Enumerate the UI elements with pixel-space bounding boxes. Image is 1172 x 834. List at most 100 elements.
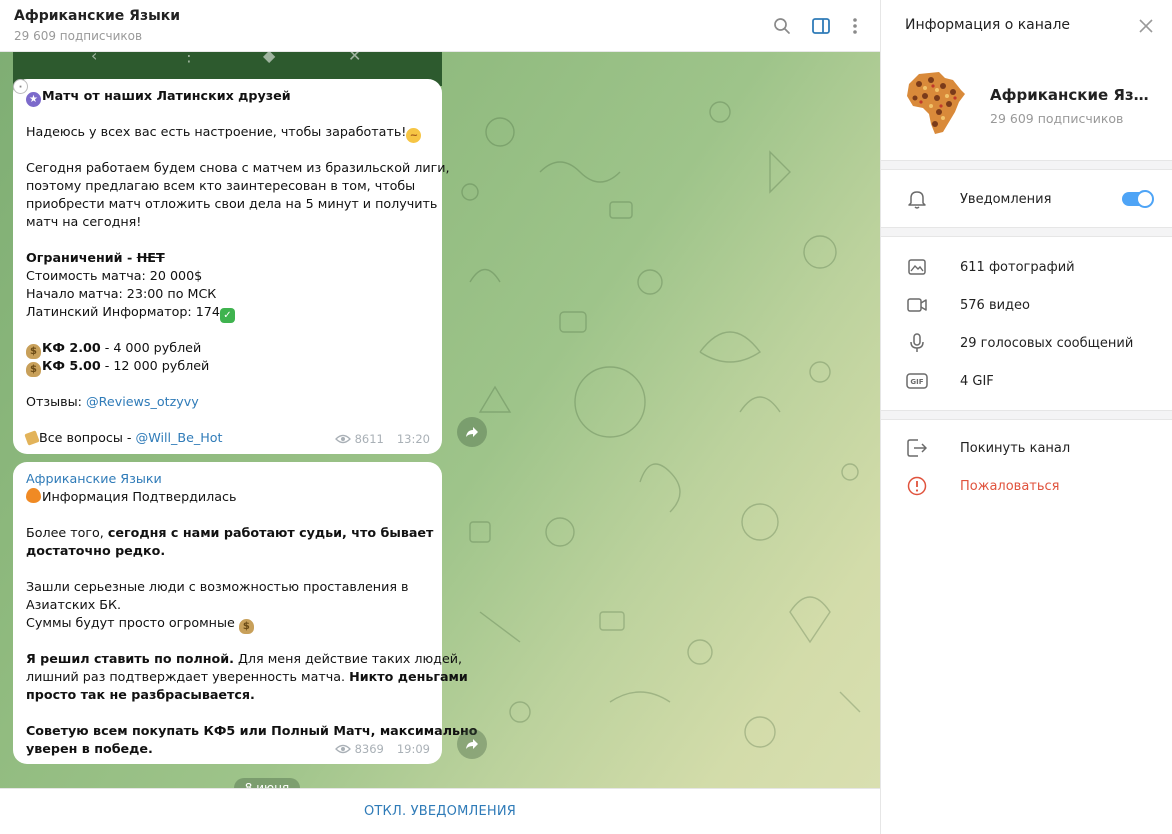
limits-label: Ограничений - — [26, 250, 137, 265]
notifications-label: Уведомления — [960, 191, 1052, 207]
message-text: Сегодня работаем будем снова с матчем из… — [26, 160, 450, 175]
reviews-link[interactable]: @Reviews_otzyvy — [86, 394, 199, 409]
chat-title[interactable]: Африканские Языки — [14, 8, 180, 24]
channel-avatar[interactable] — [905, 70, 967, 136]
panel-title: Информация о канале — [905, 17, 1071, 33]
message-author[interactable]: Африканские Языки — [26, 470, 430, 488]
view-count: 8369 — [354, 742, 384, 756]
message-meta: 8611 13:20 — [334, 430, 430, 448]
forward-arrow-icon — [466, 739, 478, 749]
photo-icon — [905, 255, 929, 279]
message-text-bold: достаточно редко. — [26, 543, 166, 558]
mask-emoji-icon: ★ — [26, 92, 41, 107]
odds-price: - 12 000 рублей — [100, 358, 210, 373]
notifications-row[interactable]: Уведомления — [881, 181, 1172, 217]
message-text: приобрести матч отложить свои дела на 5 … — [26, 196, 438, 211]
message-text: Азиатских БК. — [26, 597, 122, 612]
speech-bubble-emoji-icon: · — [13, 79, 28, 94]
check-emoji-icon: ✓ — [219, 308, 235, 323]
divider — [881, 160, 1172, 170]
microphone-icon — [905, 331, 929, 355]
gif-count: 4 GIF — [960, 373, 994, 389]
limits-value: НЕТ — [136, 250, 165, 265]
chat-footer: ОТКЛ. УВЕДОМЛЕНИЯ — [0, 788, 880, 834]
report-label: Пожаловаться — [960, 478, 1060, 494]
report-row[interactable]: Пожаловаться — [881, 468, 1172, 504]
message-bubble[interactable]: ★ Матч от наших Латинских друзей Надеюсь … — [13, 79, 450, 454]
message-meta: 8369 19:09 — [334, 740, 430, 758]
money-bag-emoji-icon: $ — [238, 619, 254, 634]
views-eye-icon — [334, 434, 351, 444]
chat-header: Африканские Языки 29 609 подписчиков — [0, 0, 880, 52]
fire-emoji-icon — [26, 488, 41, 503]
message-heading: Матч от наших Латинских друзей — [42, 88, 291, 103]
message-text-bold: Никто деньгами — [349, 669, 468, 684]
warning-icon — [905, 474, 929, 498]
forward-arrow-icon — [466, 427, 478, 437]
odds-label: КФ 5.00 — [42, 358, 101, 373]
money-bag-emoji-icon: $ — [26, 362, 41, 377]
contact-link[interactable]: @Will_Be_Hot — [136, 430, 223, 445]
voice-row[interactable]: 29 голосовых сообщений — [881, 325, 1172, 361]
more-menu-icon[interactable] — [843, 14, 867, 38]
videos-row[interactable]: 576 видео — [881, 287, 1172, 323]
message-text: Суммы будут просто огромные — [26, 615, 235, 630]
chat-subscribers: 29 609 подписчиков — [14, 29, 143, 43]
leave-channel-row[interactable]: Покинуть канал — [881, 430, 1172, 466]
message-text: матч на сегодня! — [26, 214, 142, 229]
forward-button[interactable] — [457, 729, 487, 759]
photos-row[interactable]: 611 фотографий — [881, 249, 1172, 285]
writing-hand-emoji-icon — [24, 430, 40, 446]
message-text: лишний раз подтверждает уверенность матч… — [26, 669, 350, 684]
channel-name: Африканские Языки — [990, 86, 1160, 104]
notifications-toggle[interactable] — [1122, 190, 1154, 208]
chat-wallpaper: ‹ ⋮ ◆ ✕ ★ Матч от наших Латинских друзей Над… — [0, 52, 880, 788]
leave-icon — [905, 436, 929, 460]
view-count: 8611 — [354, 432, 384, 446]
message-text: Надеюсь у всех вас есть настроение, чтоб… — [26, 124, 407, 139]
date-separator: 8 июня — [234, 778, 300, 788]
message-text: Более того, — [26, 525, 108, 540]
views-eye-icon — [334, 744, 351, 754]
divider — [881, 227, 1172, 237]
match-price: Стоимость матча: 20 000$ — [26, 268, 203, 283]
sidebar-toggle-icon[interactable] — [809, 14, 833, 38]
chat-area: Африканские Языки 29 609 подписчиков ‹ ⋮… — [0, 0, 880, 834]
gif-icon: GIF — [905, 369, 929, 393]
channel-info-panel: Информация о канале Африканские Языки 29… — [880, 0, 1172, 834]
svg-text:GIF: GIF — [910, 378, 923, 386]
message-text: поэтому предлагаю всем кто заинтересован… — [26, 178, 416, 193]
message-text: Зашли серьезные люди с возможностью прос… — [26, 579, 409, 594]
channel-subscribers: 29 609 подписчиков — [990, 111, 1124, 126]
message-text-bold: просто так не разбрасывается. — [26, 687, 255, 702]
match-start: Начало матча: 23:00 по МСК — [26, 286, 217, 301]
videos-count: 576 видео — [960, 297, 1030, 313]
telegram-window: Африканские Языки 29 609 подписчиков ‹ ⋮… — [0, 0, 1172, 834]
message-time: 13:20 — [396, 432, 430, 446]
message-text: Для меня действие таких людей, — [233, 651, 463, 666]
odds-price: - 4 000 рублей — [100, 340, 202, 355]
message-time: 19:09 — [396, 742, 430, 756]
divider — [881, 410, 1172, 420]
forward-button[interactable] — [457, 417, 487, 447]
message-text-bold: уверен в победе. — [26, 741, 153, 756]
bell-icon — [905, 187, 929, 211]
message-heading: Информация Подтвердилась — [42, 489, 237, 504]
questions-label: Все вопросы - — [39, 430, 136, 445]
informer-count: Латинский Информатор: 174 — [26, 304, 220, 319]
leave-channel-label: Покинуть канал — [960, 440, 1071, 456]
message-text-bold: сегодня с нами работают судьи, что бывае… — [107, 525, 434, 540]
search-icon[interactable] — [770, 14, 794, 38]
video-icon — [905, 293, 929, 317]
photos-count: 611 фотографий — [960, 259, 1075, 275]
odds-label: КФ 2.00 — [42, 340, 101, 355]
gif-row[interactable]: GIF 4 GIF — [881, 363, 1172, 399]
smirk-emoji-icon: ~ — [406, 128, 422, 143]
message-text-bold: Советую всем покупать КФ5 или Полный Мат… — [26, 723, 478, 738]
voice-count: 29 голосовых сообщений — [960, 335, 1134, 351]
message-text-bold: Я решил ставить по полной. — [26, 651, 234, 666]
mute-notifications-button[interactable]: ОТКЛ. УВЕДОМЛЕНИЯ — [364, 804, 516, 819]
reviews-label: Отзывы: — [26, 394, 86, 409]
close-icon[interactable] — [1136, 16, 1156, 36]
message-bubble[interactable]: Африканские Языки Информация Подтвердила… — [13, 462, 478, 764]
